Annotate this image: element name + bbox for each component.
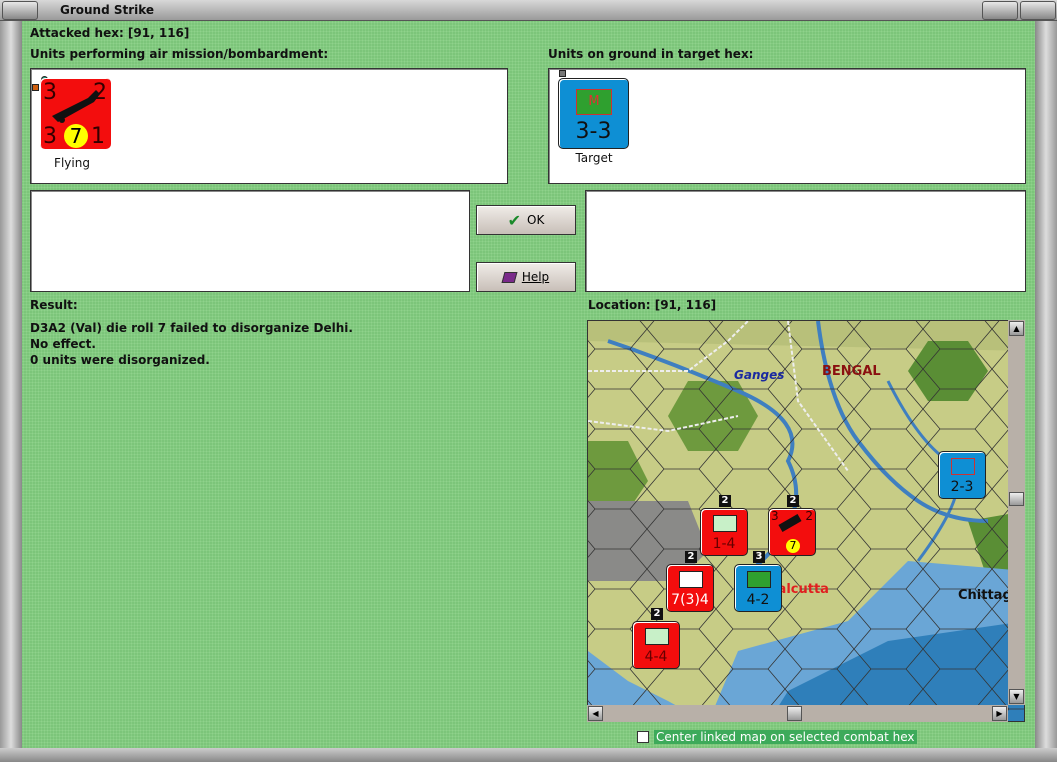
minimize-button[interactable] (982, 1, 1018, 20)
ground-unit-counter[interactable]: M 3-3 Target (555, 70, 631, 170)
result-line: No effect. (30, 337, 96, 351)
infantry-unit-icon (679, 571, 703, 588)
close-button[interactable] (1020, 1, 1056, 20)
stack-count: 2 (787, 495, 799, 507)
attack-value: 3 (771, 509, 779, 523)
move-value: 1 (91, 124, 105, 149)
window-frame-left (0, 21, 22, 751)
map-unit-counter[interactable]: 2 7(3)4 (666, 551, 714, 612)
map-horizontal-scrollbar[interactable]: ◀ ▶ (587, 705, 1008, 722)
stack-count: 2 (685, 551, 697, 563)
center-map-checkbox[interactable] (637, 731, 649, 743)
attacked-hex-label: Attacked hex: [91, 116] (30, 26, 190, 40)
location-map[interactable]: Ganges BENGAL Calcutta Chittag 2 1-4 2 3… (587, 320, 1025, 722)
map-label-ganges: Ganges (734, 368, 784, 382)
help-button[interactable]: Help (476, 262, 576, 292)
ok-button[interactable]: ✔ OK (476, 205, 576, 235)
plane-icon (778, 514, 802, 532)
title-bar: Ground Strike (0, 0, 1057, 21)
scroll-right-button[interactable]: ▶ (992, 706, 1007, 721)
unit-strength: 2-3 (950, 479, 974, 495)
scroll-thumb[interactable] (787, 706, 802, 721)
ok-label: OK (527, 213, 545, 227)
unit-status-label: Target (575, 151, 613, 165)
map-label-chittagong: Chittag (958, 588, 1012, 603)
status-dot (559, 70, 566, 77)
center-map-checkbox-label[interactable]: Center linked map on selected combat hex (654, 730, 917, 744)
unit-strength: 4-4 (644, 649, 668, 665)
window-frame-bottom (0, 748, 1057, 762)
range-value: 3 (43, 124, 57, 149)
ground-units-panel: M 3-3 Target (548, 68, 1026, 184)
map-unit-counter[interactable]: 2-3 (938, 451, 986, 499)
air-units-panel: 3 2 3 7 1 Flying (30, 68, 508, 184)
scroll-left-button[interactable]: ◀ (588, 706, 603, 721)
naval-unit-icon (713, 515, 737, 532)
die-roll-badge: 7 (786, 539, 800, 553)
stack-count: 2 (651, 608, 663, 620)
location-label: Location: [91, 116] (588, 298, 717, 312)
scroll-thumb[interactable] (1009, 492, 1024, 506)
status-dot (32, 84, 39, 91)
unit-strength: 4-2 (746, 592, 770, 608)
unit-strength: 3-3 (575, 119, 612, 144)
map-label-bengal: BENGAL (822, 364, 881, 379)
center-map-checkbox-row[interactable]: Center linked map on selected combat hex (637, 730, 917, 744)
result-line: 0 units were disorganized. (30, 353, 210, 367)
result-text: D3A2 (Val) die roll 7 failed to disorgan… (30, 320, 353, 368)
unit-strength: 7(3)4 (671, 592, 709, 608)
stack-count: 3 (753, 551, 765, 563)
attacker-info-panel (30, 190, 470, 292)
system-menu-button[interactable] (2, 1, 38, 20)
map-unit-counter[interactable]: 3 4-2 (734, 551, 782, 612)
scroll-down-button[interactable]: ▼ (1009, 689, 1024, 704)
unit-status-label: Flying (54, 156, 90, 170)
window-frame-right (1035, 21, 1057, 751)
help-label: Help (521, 270, 550, 284)
map-vertical-scrollbar[interactable]: ▲ ▼ (1008, 320, 1025, 705)
map-unit-counter[interactable]: 2 4-4 (632, 608, 680, 669)
map-unit-counter[interactable]: 2 1-4 (700, 495, 748, 556)
naval-unit-icon (645, 628, 669, 645)
window-title: Ground Strike (60, 3, 155, 17)
result-line: D3A2 (Val) die roll 7 failed to disorgan… (30, 321, 353, 335)
ground-units-label: Units on ground in target hex: (548, 47, 754, 61)
air-units-label: Units performing air mission/bombardment… (30, 47, 329, 61)
stack-count: 2 (719, 495, 731, 507)
air-unit-counter[interactable]: 3 2 3 7 1 Flying (32, 76, 111, 176)
defender-info-panel (585, 190, 1026, 292)
defense-value: 2 (805, 509, 813, 523)
scroll-up-button[interactable]: ▲ (1009, 321, 1024, 336)
map-unit-counter[interactable]: 2 3 2 7 (768, 495, 816, 556)
checkmark-icon: ✔ (507, 210, 522, 230)
unit-type-symbol: M (576, 89, 612, 115)
result-label: Result: (30, 298, 78, 312)
unit-type-symbol (951, 458, 975, 475)
help-book-icon (501, 271, 518, 283)
transport-unit-icon (747, 571, 771, 588)
die-roll-badge: 7 (64, 124, 88, 148)
plane-icon (52, 90, 100, 123)
unit-strength: 1-4 (712, 536, 736, 552)
